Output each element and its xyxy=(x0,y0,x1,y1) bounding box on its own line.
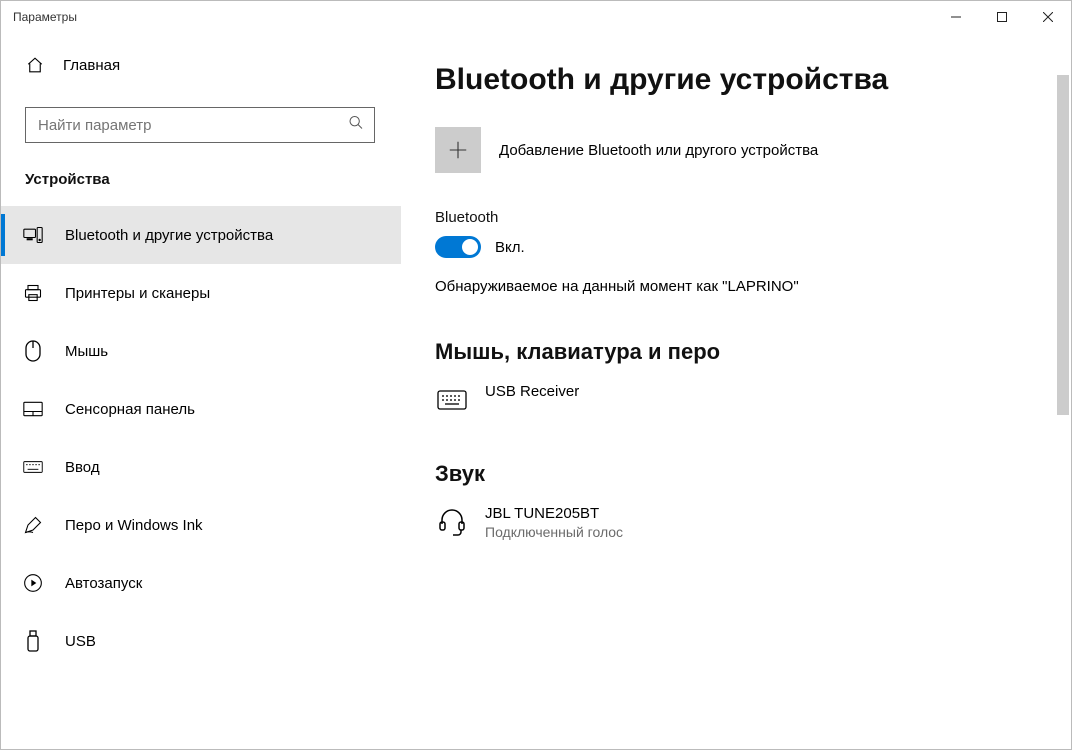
touchpad-icon xyxy=(23,399,43,419)
search-icon xyxy=(348,115,364,136)
nav-label: Мышь xyxy=(65,343,108,360)
maximize-button[interactable] xyxy=(979,1,1025,33)
nav-label: Принтеры и сканеры xyxy=(65,285,210,302)
sidebar: Главная Устройства Bluetooth и другие ус… xyxy=(1,33,401,749)
category-title: Устройства xyxy=(1,171,401,188)
bluetooth-label: Bluetooth xyxy=(435,209,1031,226)
nav-label: Сенсорная панель xyxy=(65,401,195,418)
nav-mouse[interactable]: Мышь xyxy=(1,322,401,380)
discoverable-text: Обнаруживаемое на данный момент как "LAP… xyxy=(435,278,1031,295)
device-name: USB Receiver xyxy=(485,383,579,400)
window-title-text: Параметры xyxy=(13,10,77,24)
nav-typing[interactable]: Ввод xyxy=(1,438,401,496)
keyboard-icon xyxy=(23,457,43,477)
toggle-state: Вкл. xyxy=(495,239,525,256)
home-icon xyxy=(25,55,45,75)
add-device-tile[interactable] xyxy=(435,127,481,173)
section-sound-heading: Звук xyxy=(435,461,1031,487)
scroll-thumb[interactable] xyxy=(1057,75,1069,415)
close-button[interactable] xyxy=(1025,1,1071,33)
mouse-icon xyxy=(23,341,43,361)
nav: Bluetooth и другие устройства Принтеры и… xyxy=(1,206,401,670)
body: Главная Устройства Bluetooth и другие ус… xyxy=(1,33,1071,749)
plus-icon xyxy=(447,139,469,161)
window-title: Параметры xyxy=(13,10,77,24)
add-device-label: Добавление Bluetooth или другого устройс… xyxy=(499,142,818,159)
nav-autoplay[interactable]: Автозапуск xyxy=(1,554,401,612)
minimize-button[interactable] xyxy=(933,1,979,33)
nav-label: Автозапуск xyxy=(65,575,142,592)
nav-label: Ввод xyxy=(65,459,100,476)
device-name: JBL TUNE205BT xyxy=(485,505,623,522)
printer-icon xyxy=(23,283,43,303)
section-mouse-heading: Мышь, клавиатура и перо xyxy=(435,339,1031,365)
device-jbl[interactable]: JBL TUNE205BT Подключенный голос xyxy=(435,505,1031,540)
nav-label: USB xyxy=(65,633,96,650)
search-box[interactable] xyxy=(25,107,375,143)
window-controls xyxy=(933,1,1071,33)
nav-touchpad[interactable]: Сенсорная панель xyxy=(1,380,401,438)
nav-usb[interactable]: USB xyxy=(1,612,401,670)
device-text: USB Receiver xyxy=(485,383,579,400)
device-status: Подключенный голос xyxy=(485,524,623,540)
autoplay-icon xyxy=(23,573,43,593)
titlebar: Параметры xyxy=(1,1,1071,33)
usb-icon xyxy=(23,631,43,651)
bluetooth-toggle-row: Вкл. xyxy=(435,236,1031,258)
scrollbar[interactable] xyxy=(1055,33,1071,749)
nav-label: Bluetooth и другие устройства xyxy=(65,227,273,244)
nav-pen[interactable]: Перо и Windows Ink xyxy=(1,496,401,554)
nav-label: Перо и Windows Ink xyxy=(65,517,203,534)
settings-window: Параметры Главная xyxy=(0,0,1072,750)
device-usb-receiver[interactable]: USB Receiver xyxy=(435,383,1031,417)
page-title: Bluetooth и другие устройства xyxy=(435,63,1031,97)
device-text: JBL TUNE205BT Подключенный голос xyxy=(485,505,623,540)
nav-bluetooth[interactable]: Bluetooth и другие устройства xyxy=(1,206,401,264)
content: Bluetooth и другие устройства Добавление… xyxy=(401,33,1071,749)
home-label: Главная xyxy=(63,57,120,74)
pen-icon xyxy=(23,515,43,535)
keyboard-device-icon xyxy=(435,383,469,417)
nav-printers[interactable]: Принтеры и сканеры xyxy=(1,264,401,322)
add-device-row[interactable]: Добавление Bluetooth или другого устройс… xyxy=(435,127,1031,173)
bluetooth-toggle[interactable] xyxy=(435,236,481,258)
search-wrap xyxy=(1,107,401,143)
headset-icon xyxy=(435,505,469,539)
devices-icon xyxy=(23,225,43,245)
search-input[interactable] xyxy=(26,108,374,142)
home-link[interactable]: Главная xyxy=(1,45,401,85)
